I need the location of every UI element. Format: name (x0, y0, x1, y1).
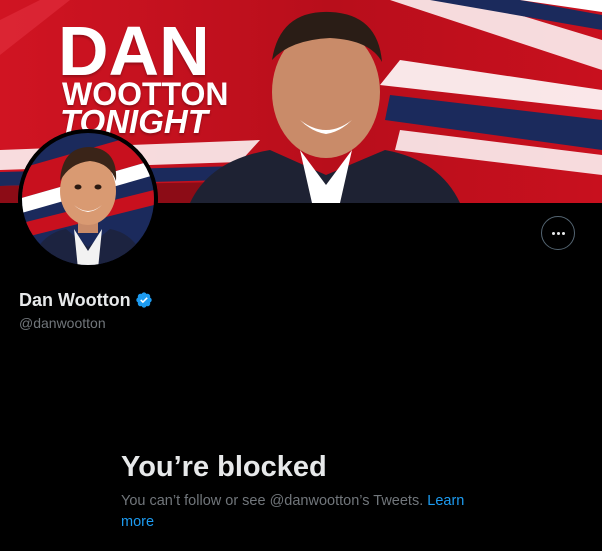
display-name: Dan Wootton (19, 290, 131, 310)
more-horizontal-icon (551, 231, 565, 235)
blocked-title: You’re blocked (121, 451, 327, 483)
avatar-illustration (18, 129, 158, 269)
profile-avatar[interactable] (18, 129, 158, 269)
profile-handle: @danwootton (19, 315, 106, 331)
profile-page: DAN WOOTTON TONIGHT Dan Wootton @danwoot… (0, 0, 602, 551)
blocked-message: You can’t follow or see @danwootton’s Tw… (121, 493, 424, 509)
verified-badge-icon[interactable] (135, 291, 153, 309)
more-options-button[interactable] (541, 216, 575, 250)
blocked-notice: You’re blocked You can’t follow or see @… (121, 450, 491, 533)
blocked-message-container: You can’t follow or see @danwootton’s Tw… (121, 491, 491, 533)
display-name-row: Dan Wootton (19, 289, 153, 311)
